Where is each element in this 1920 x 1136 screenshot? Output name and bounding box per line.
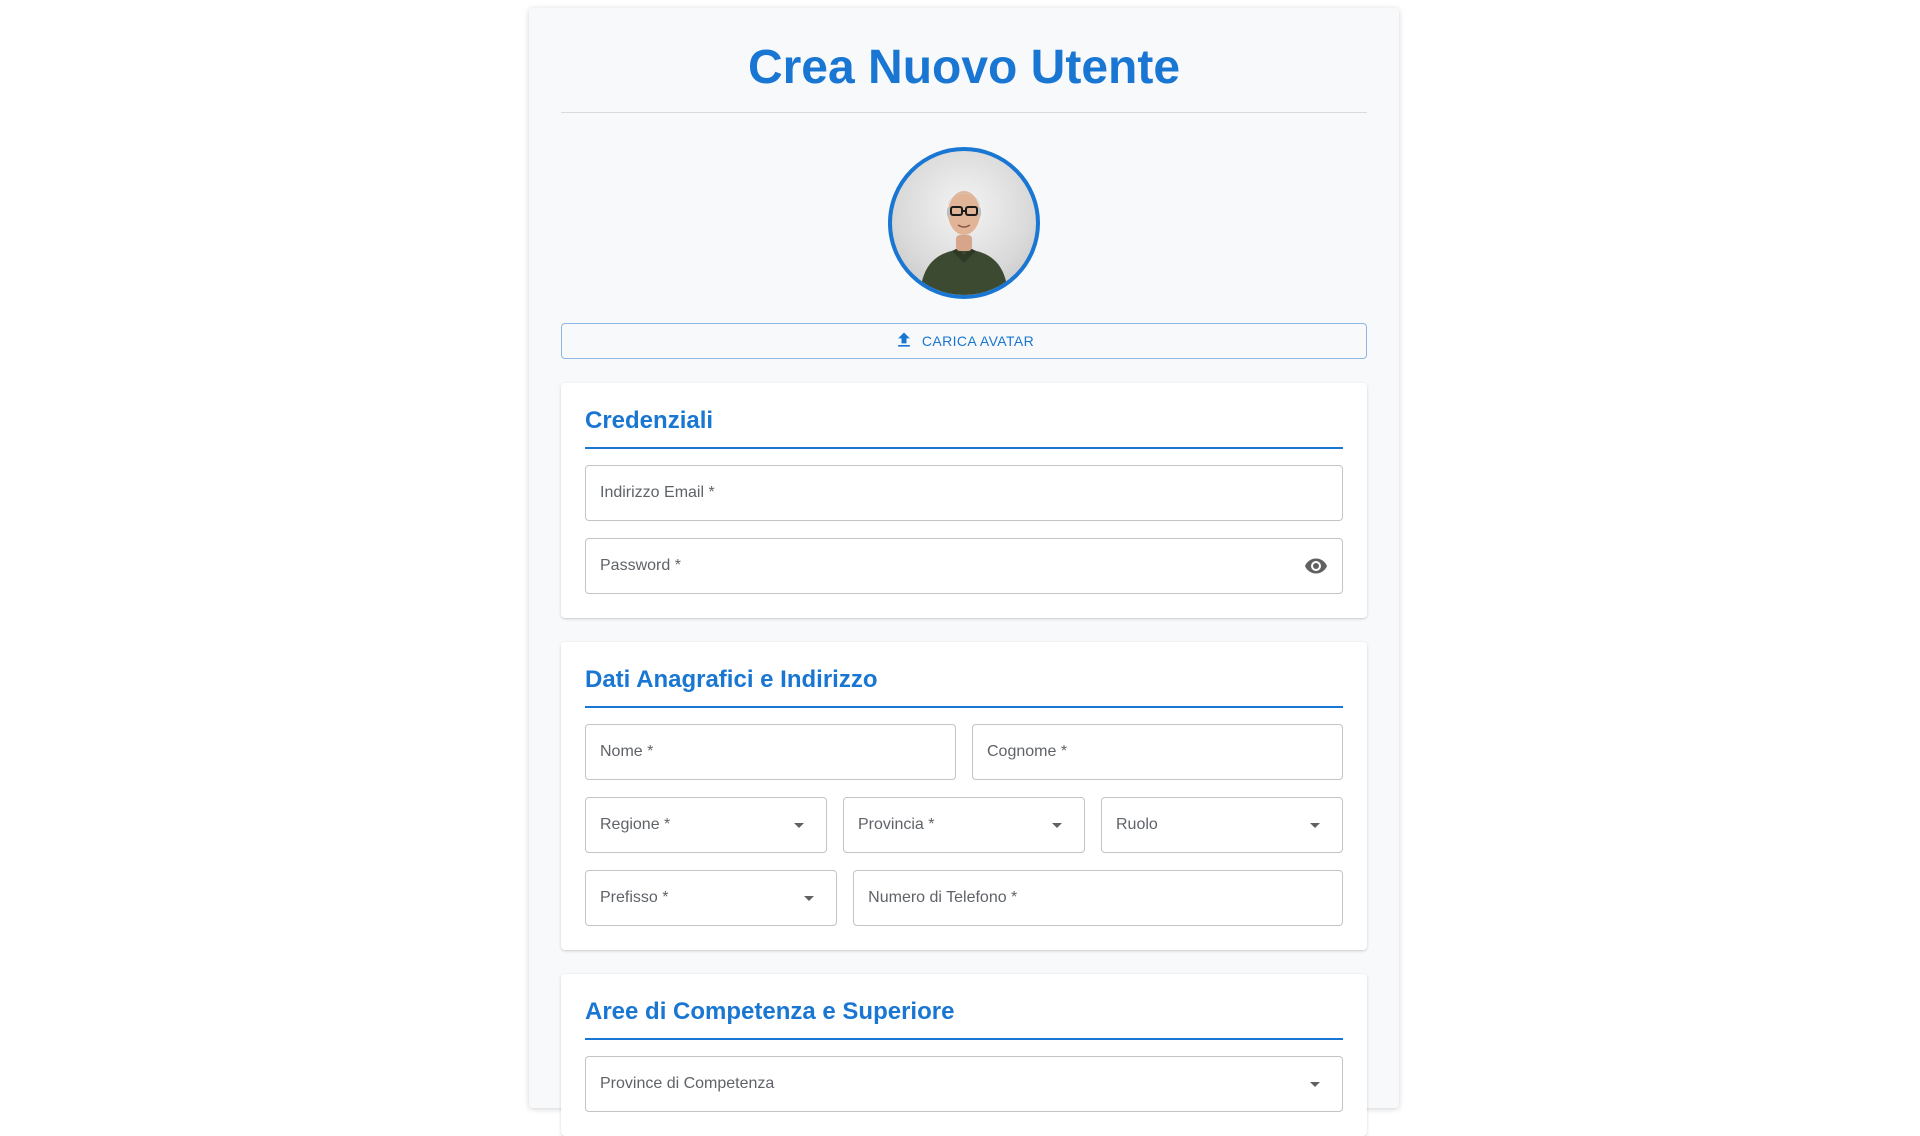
region-label: Regione *	[600, 816, 671, 833]
email-field[interactable]: Indirizzo Email *	[585, 465, 1343, 521]
first-name-field[interactable]: Nome *	[585, 724, 956, 780]
competence-card: Aree di Competenza e Superiore Province …	[561, 974, 1367, 1136]
region-select[interactable]: Regione *	[585, 797, 827, 853]
prefix-label: Prefisso *	[600, 889, 669, 906]
personal-data-title: Dati Anagrafici e Indirizzo	[585, 666, 1343, 708]
prefix-select[interactable]: Prefisso *	[585, 870, 838, 926]
avatar	[888, 147, 1040, 299]
page-title: Crea Nuovo Utente	[561, 8, 1367, 113]
phone-number-label: Numero di Telefono *	[868, 889, 1018, 906]
competence-provinces-select[interactable]: Province di Competenza	[585, 1056, 1343, 1112]
upload-avatar-label: CARICA AVATAR	[921, 333, 1035, 349]
chevron-down-icon	[794, 822, 804, 828]
role-label: Ruolo	[1116, 816, 1158, 833]
credentials-card: Credenziali Indirizzo Email * Password *	[561, 383, 1367, 618]
chevron-down-icon	[1052, 822, 1062, 828]
phone-number-field[interactable]: Numero di Telefono *	[853, 870, 1343, 926]
eye-icon[interactable]	[1304, 554, 1328, 578]
password-field-label: Password *	[600, 557, 681, 574]
avatar-container	[561, 147, 1367, 299]
email-field-label: Indirizzo Email *	[600, 484, 715, 501]
chevron-down-icon	[804, 895, 815, 901]
role-select[interactable]: Ruolo	[1101, 797, 1343, 853]
name-row: Nome * Cognome *	[585, 724, 1343, 780]
create-user-panel: Crea Nuovo Utente CARICA AVATAR Credenzi…	[529, 8, 1399, 1136]
province-select[interactable]: Provincia *	[843, 797, 1085, 853]
location-row: Regione * Provincia * Ruolo	[585, 797, 1343, 853]
personal-data-card: Dati Anagrafici e Indirizzo Nome * Cogno…	[561, 642, 1367, 950]
upload-icon	[894, 330, 914, 353]
last-name-label: Cognome *	[987, 743, 1068, 760]
province-label: Provincia *	[858, 816, 935, 833]
competence-title: Aree di Competenza e Superiore	[585, 998, 1343, 1040]
credentials-title: Credenziali	[585, 407, 1343, 449]
last-name-field[interactable]: Cognome *	[972, 724, 1343, 780]
chevron-down-icon	[1310, 822, 1320, 828]
competence-provinces-label: Province di Competenza	[600, 1075, 775, 1092]
upload-avatar-button[interactable]: CARICA AVATAR	[561, 323, 1367, 359]
first-name-label: Nome *	[600, 743, 654, 760]
password-field[interactable]: Password *	[585, 538, 1343, 594]
avatar-photo	[920, 191, 1008, 295]
phone-row: Prefisso * Numero di Telefono *	[585, 870, 1343, 926]
chevron-down-icon	[1310, 1081, 1320, 1087]
